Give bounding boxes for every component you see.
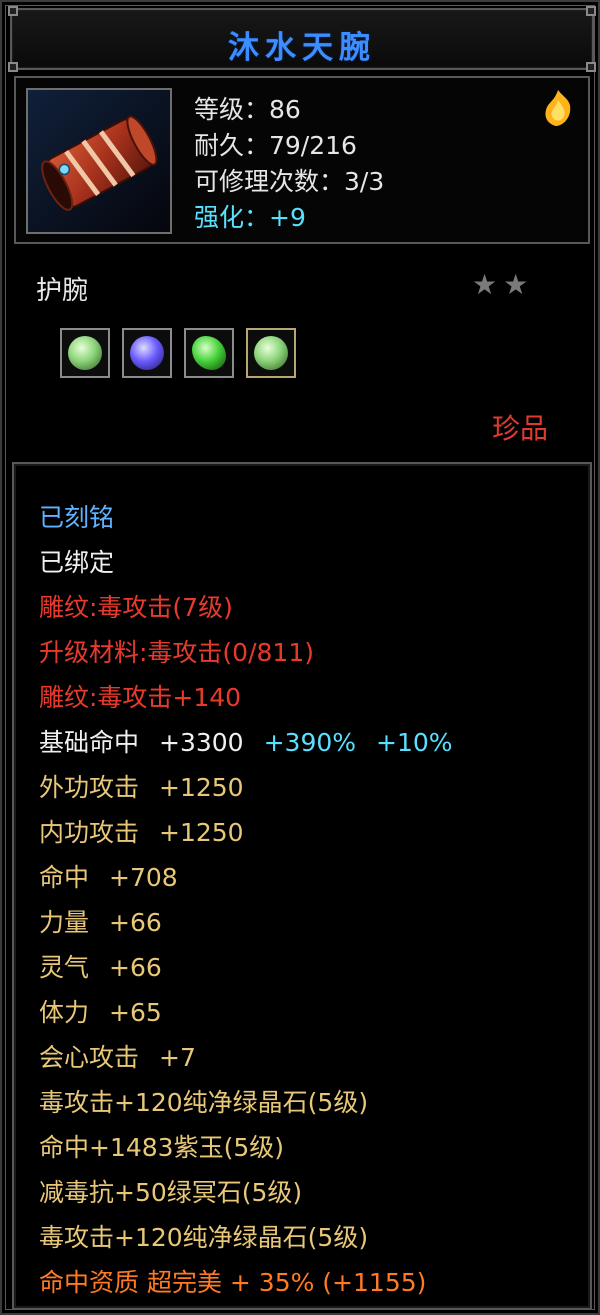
engraved-status: 已刻铭 [39,503,115,532]
crit-line: 会心攻击 +7 [39,1038,196,1074]
base-hit-line: 基础命中 +3300 +390% +10% [39,723,453,759]
green-gem-icon [254,336,288,370]
stamina-label: 体力 [39,998,90,1027]
bound-status: 已绑定 [39,548,115,577]
crit-value: +7 [159,1043,196,1072]
item-durability: 耐久：79/216 [194,131,357,160]
item-icon-slot[interactable] [26,88,172,234]
bracer-icon [41,115,158,211]
hit-label: 命中 [39,863,90,892]
attributes-panel: 已刻铭 已绑定 雕纹:毒攻击(7级) 升级材料:毒攻击(0/811) 雕纹:毒攻… [12,462,592,1310]
base-hit-pct2: +10% [376,728,453,757]
item-info-box: 等级：86 耐久：79/216 可修理次数：3/3 强化：+9 [14,76,590,244]
gem-socket-3[interactable] [184,328,234,378]
strength-label: 力量 [39,908,90,937]
green-crystal-icon [192,336,226,370]
star-icon: ★ [472,268,498,301]
spirit-line: 灵气 +66 [39,948,162,984]
item-level: 等级：86 [194,95,301,124]
gem-bonus-4: 毒攻击+120纯净绿晶石(5级) [39,1223,369,1252]
green-gem-icon [68,336,102,370]
inner-attack-label: 内功攻击 [39,818,140,847]
item-tooltip: 沐水天腕 等级：86 耐久：79/216 可修理次数：3/3 强化：+9 护腕 … [0,0,600,1315]
star-icon: ★ [503,268,529,301]
item-repair-count: 可修理次数：3/3 [194,167,385,196]
corner-ornament [8,6,18,16]
gem-bonus-2: 命中+1483紫玉(5级) [39,1133,284,1162]
base-hit-value: +3300 [159,728,244,757]
item-type: 护腕 [36,276,89,306]
flame-badge-icon [545,90,571,126]
hit-line: 命中 +708 [39,858,178,894]
base-hit-label: 基础命中 [39,728,140,757]
stamina-line: 体力 +65 [39,993,162,1029]
carving-bonus-line: 雕纹:毒攻击+140 [39,683,242,712]
corner-ornament [586,6,596,16]
hit-quality-line: 命中资质 超完美 + 35% (+1155) [39,1268,427,1297]
crit-label: 会心攻击 [39,1043,140,1072]
gem-socket-2[interactable] [122,328,172,378]
hit-value: +708 [109,863,178,892]
title-bar: 沐水天腕 [8,6,596,72]
gem-bonus-3: 减毒抗+50绿冥石(5级) [39,1178,303,1207]
gem-socket-4[interactable] [246,328,296,378]
strength-line: 力量 +66 [39,903,162,939]
rarity-label: 珍品 [492,412,549,445]
spirit-value: +66 [109,953,162,982]
inner-attack-value: +1250 [159,818,244,847]
purple-gem-icon [130,336,164,370]
carving-line: 雕纹:毒攻击(7级) [39,593,233,622]
item-name: 沐水天腕 [228,30,376,66]
inner-attack-line: 内功攻击 +1250 [39,813,244,849]
upgrade-material-line: 升级材料:毒攻击(0/811) [39,638,314,667]
spirit-label: 灵气 [39,953,90,982]
outer-attack-line: 外功攻击 +1250 [39,768,244,804]
outer-attack-label: 外功攻击 [39,773,140,802]
item-enhance-level: 强化：+9 [194,203,306,232]
gem-bonus-1: 毒攻击+120纯净绿晶石(5级) [39,1088,369,1117]
gem-socket-1[interactable] [60,328,110,378]
stamina-value: +65 [109,998,162,1027]
base-hit-pct1: +390% [263,728,357,757]
strength-value: +66 [109,908,162,937]
star-rating: ★ ★ [472,268,534,301]
outer-attack-value: +1250 [159,773,244,802]
